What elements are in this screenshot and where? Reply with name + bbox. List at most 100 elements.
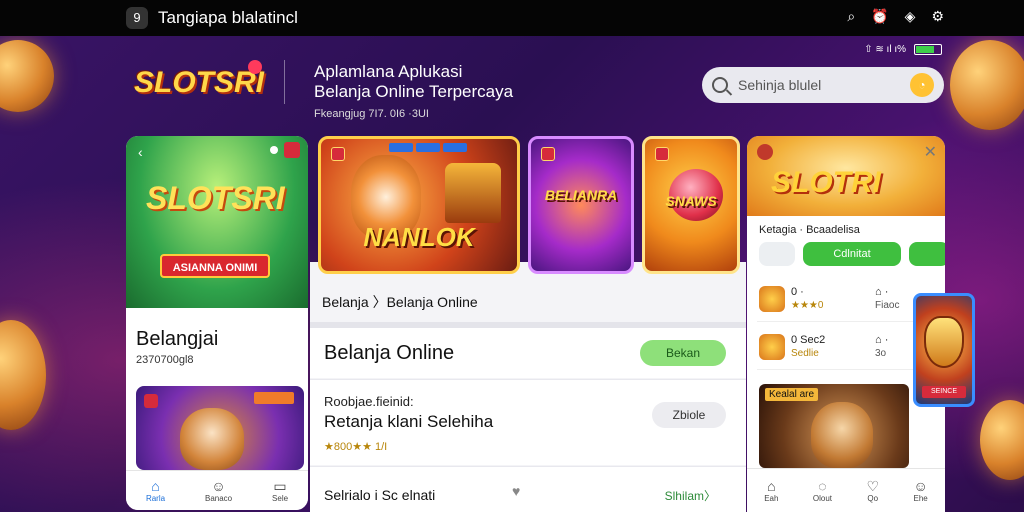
nav-label: Olout — [812, 494, 833, 503]
game-card[interactable]: NANLOK — [318, 136, 520, 274]
nav-label: Ehe — [913, 494, 928, 503]
top-bar: 9 Tangiapa blalatincl ⌕ ⏰ ◈ ⚙ — [0, 0, 1024, 36]
dot-icon — [270, 146, 278, 154]
badge-icon — [757, 144, 773, 160]
right-subtitle: Ketagia · Bcaadelisa — [759, 224, 860, 236]
game-carousel: NANLOK BELIANRA SNAWS — [318, 136, 740, 274]
game-icon — [759, 334, 785, 360]
chip[interactable] — [759, 242, 795, 266]
chip[interactable] — [909, 242, 945, 266]
nav-notifications[interactable]: ♡ Qo — [866, 478, 879, 503]
breadcrumb[interactable]: Belanja 〉Belanja Online — [322, 292, 478, 312]
row-meta-label: Fiaoc — [875, 300, 900, 311]
home-icon: ⌂ — [767, 478, 776, 494]
back-icon[interactable]: ‹ — [138, 144, 143, 160]
game-tag — [254, 392, 294, 404]
row-title: 0 · — [791, 286, 804, 298]
game-badge-icon — [541, 147, 555, 161]
item-title: Selrialo i Sc elnati — [324, 487, 436, 503]
dog-illustration — [811, 402, 873, 468]
user-icon: ☺ — [211, 478, 226, 494]
logo-badge-icon — [248, 60, 262, 74]
flag-icon — [284, 142, 300, 158]
shield-icon — [924, 316, 964, 368]
heart-icon[interactable]: ♥ — [512, 483, 520, 499]
nav-chat[interactable]: ◌ Olout — [813, 478, 832, 503]
status-bar: ⇧ ≋ ıl ı% — [864, 44, 942, 55]
list-item[interactable]: Selrialo i Sc elnati ♥ Slhilam〉 — [310, 466, 746, 512]
window-title: Tangiapa blalatincl — [158, 8, 298, 27]
flag-icon — [144, 394, 158, 408]
chat-icon: ▭ — [273, 478, 287, 494]
game-badge-icon — [655, 147, 669, 161]
chat-icon: ◌ — [818, 478, 827, 494]
see-more-link[interactable]: Slhilam〉 — [665, 487, 716, 504]
dog-illustration — [180, 408, 244, 470]
row-meta: ⌂ · — [875, 334, 889, 346]
list-item[interactable]: Roobjae.fieinid: Retanja klani Selehiha … — [310, 379, 746, 465]
nav-home[interactable]: ⌂ Eah — [764, 478, 778, 503]
item-rating: ★800★★ 1/I — [324, 441, 388, 453]
search-icon[interactable]: ⌕ — [847, 8, 855, 25]
nav-label: Banaco — [204, 494, 233, 503]
section-button[interactable]: Bekan — [640, 340, 726, 366]
voice-search-icon[interactable]: ◔ — [910, 73, 934, 97]
right-banner[interactable]: ✕ SLOTRI — [747, 136, 945, 216]
treasure-chest-icon — [445, 163, 501, 223]
featured-image[interactable]: Kealal are — [759, 384, 909, 468]
left-app-card: ‹ SLOTSRI ASIANNA ONIMI Belangjai 237070… — [126, 136, 308, 510]
item-button[interactable]: Zbiole — [652, 402, 726, 428]
game-card[interactable]: BELIANRA — [528, 136, 634, 274]
divider — [284, 60, 285, 104]
nav-label: Eah — [764, 494, 779, 503]
banner-button[interactable]: ASIANNA ONIMI — [160, 254, 270, 278]
user-icon: ☺ — [913, 478, 928, 494]
alarm-icon[interactable]: ⏰ — [871, 8, 888, 25]
game-badge-icon — [331, 147, 345, 161]
search-input[interactable]: Sehinja blulel — [738, 77, 910, 93]
nav-profile[interactable]: ☺ Ehe — [913, 478, 927, 503]
game-icon — [759, 286, 785, 312]
right-bottom-nav: ⌂ Eah ◌ Olout ♡ Qo ☺ Ehe — [747, 468, 945, 512]
left-banner[interactable]: ‹ SLOTSRI ASIANNA ONIMI — [126, 136, 308, 308]
list-item[interactable]: 0 · ★★★0 ⌂ · Fiaoc — [757, 282, 937, 322]
row-title: 0 Sec2 — [791, 334, 826, 346]
nav-account[interactable]: ☺ Banaco — [205, 478, 232, 503]
search-bar[interactable]: Sehinja blulel ◔ — [702, 67, 944, 103]
wifi-icon[interactable]: ◈ — [905, 8, 916, 25]
game-tags — [389, 143, 467, 152]
notification-icon: ♡ — [866, 478, 880, 494]
nav-home[interactable]: ⌂ Rarla — [146, 478, 165, 503]
row-rating: ★★★0 — [791, 300, 824, 311]
section-header: Belanja Online Bekan — [310, 328, 746, 378]
status-icons: ⇧ ≋ ıl ı% — [864, 44, 906, 55]
list-item[interactable]: 0 Sec2 Sedlie ⌂ · 3o — [757, 330, 937, 370]
app-logo[interactable]: SLOTSRI — [134, 66, 264, 100]
header-line-3: Fkeangjug 7I7. 0I6 ·3UI — [314, 108, 429, 120]
search-icon — [712, 77, 728, 93]
notification-count-badge: 9 — [126, 7, 148, 29]
header-text: Aplamlana Aplukasi Belanja Online Terper… — [314, 62, 513, 122]
row-meta-label: 3o — [875, 348, 887, 359]
decor-coin — [950, 40, 1024, 130]
floating-game-card[interactable]: SEINCE — [913, 293, 975, 407]
floating-label: SEINCE — [922, 386, 966, 398]
nav-label: Sele — [272, 494, 289, 503]
game-title: NANLOK — [363, 222, 475, 252]
home-icon: ⌂ — [151, 478, 160, 494]
gear-icon[interactable]: ⚙ — [931, 8, 944, 25]
close-icon[interactable]: ✕ — [924, 142, 937, 162]
game-card[interactable]: SNAWS — [642, 136, 740, 274]
item-title: Retanja klani Selehiha — [324, 412, 494, 431]
nav-chat[interactable]: ▭ Sele — [272, 478, 288, 503]
header-line-2: Belanja Online Terpercaya — [314, 82, 514, 101]
top-bar-icons: ⌕ ⏰ ◈ ⚙ — [847, 8, 944, 25]
game-title: BELIANRA — [544, 187, 618, 203]
banner-logo: SLOTRI — [771, 166, 881, 199]
left-game-thumbnail[interactable] — [136, 386, 304, 470]
chip-active[interactable]: Cdlnitat — [803, 242, 901, 266]
nav-label: Rarla — [145, 494, 166, 503]
left-subtext: 2370700gl8 — [136, 354, 194, 366]
nav-label: Qo — [867, 494, 879, 503]
section-title: Belanja Online — [324, 342, 455, 364]
